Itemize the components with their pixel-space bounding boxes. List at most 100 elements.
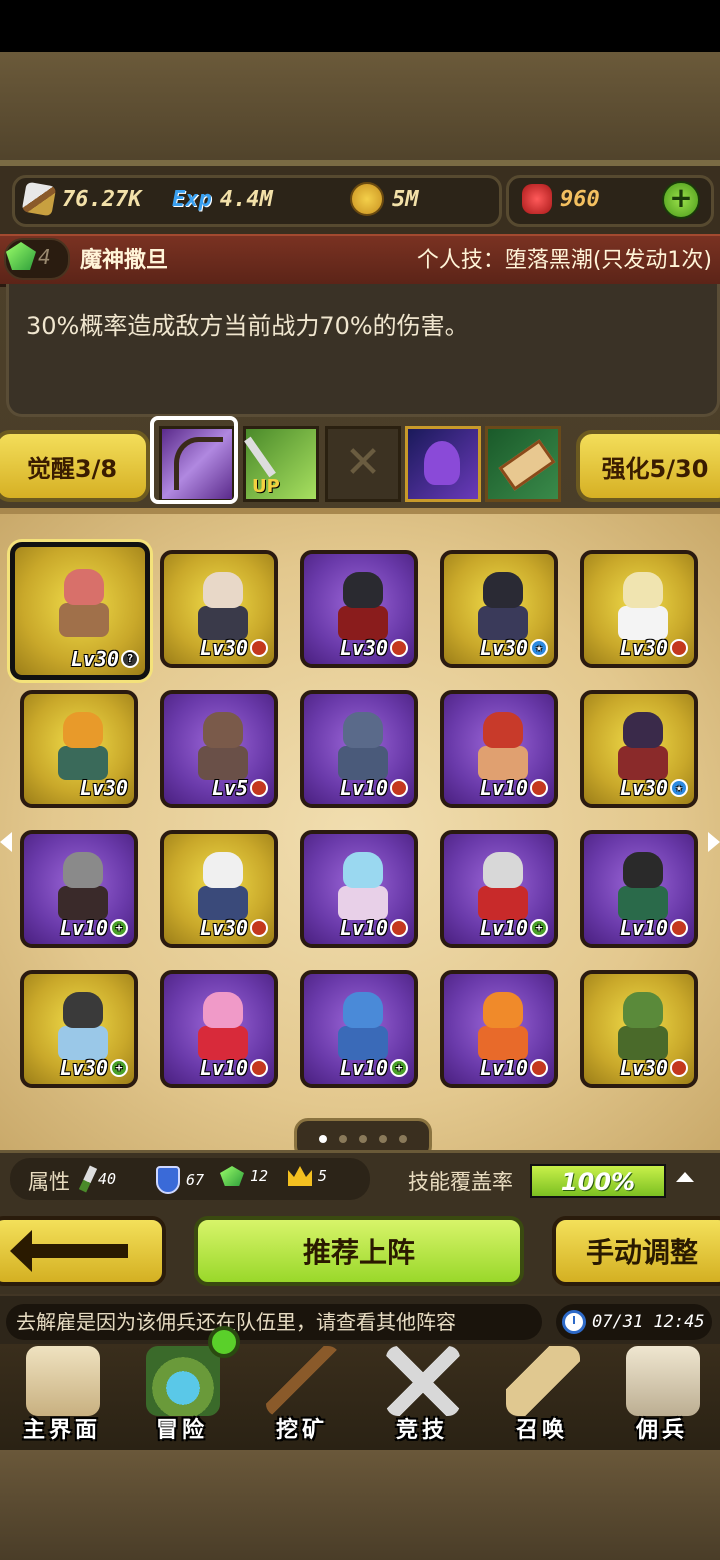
hero-card[interactable]: Lv30 bbox=[160, 550, 278, 668]
enhance-button[interactable]: 强化5/30 bbox=[576, 430, 720, 502]
hero-body bbox=[618, 746, 668, 780]
skill-slot-scroll[interactable] bbox=[485, 426, 561, 502]
awaken-button[interactable]: 觉醒3/8 bbox=[0, 430, 150, 502]
gold-value: 5M bbox=[392, 186, 419, 212]
hero-level: Lv10 + bbox=[340, 1056, 408, 1080]
nav-label: 召唤 bbox=[515, 1418, 568, 1443]
hero-level: Lv30 ★ bbox=[620, 776, 688, 800]
status-badge-icon bbox=[250, 1059, 268, 1077]
hero-level-text: Lv10 bbox=[479, 776, 528, 800]
prev-page-arrow-icon[interactable] bbox=[0, 832, 12, 852]
hero-head bbox=[203, 992, 243, 1028]
hero-level-text: Lv30 bbox=[70, 647, 119, 671]
crown-stat: 5 bbox=[288, 1166, 327, 1186]
hero-card[interactable]: Lv10 + bbox=[20, 830, 138, 948]
coverage-progress-bar: 100% bbox=[530, 1164, 666, 1198]
hero-card[interactable]: Lv30 ★ bbox=[580, 690, 698, 808]
sword-upgrade-icon bbox=[244, 436, 276, 478]
hero-card[interactable]: Lv10 bbox=[300, 830, 418, 948]
hero-card[interactable]: Lv10 bbox=[440, 970, 558, 1088]
status-badge-icon bbox=[390, 639, 408, 657]
hero-level: Lv30 bbox=[620, 1056, 688, 1080]
nav-label: 佣兵 bbox=[635, 1418, 688, 1443]
skill-slot-demon[interactable] bbox=[405, 426, 481, 502]
upgrade-badge-icon: + bbox=[110, 1059, 128, 1077]
hero-card[interactable]: Lv10 bbox=[160, 970, 278, 1088]
hero-level-text: Lv30 bbox=[619, 1056, 668, 1080]
hero-card[interactable]: Lv5 bbox=[160, 690, 278, 808]
hero-head bbox=[343, 852, 383, 888]
ticker-text: 去解雇是因为该佣兵还在队伍里，请查看其他阵容 bbox=[16, 1310, 456, 1334]
hero-portrait-icon bbox=[474, 712, 532, 782]
hero-body bbox=[338, 1026, 388, 1060]
gold-resource: 5M bbox=[350, 182, 419, 216]
hero-head bbox=[623, 992, 663, 1028]
gold-coin-icon bbox=[350, 182, 384, 216]
hero-head bbox=[203, 852, 243, 888]
nav-label: 竞技 bbox=[395, 1418, 448, 1443]
hero-card[interactable]: Lv30 + bbox=[20, 970, 138, 1088]
hero-level-text: Lv30 bbox=[619, 776, 668, 800]
nav-item[interactable]: 主界面 bbox=[2, 1340, 122, 1448]
back-button[interactable] bbox=[0, 1216, 166, 1286]
recommend-lineup-button[interactable]: 推荐上阵 bbox=[194, 1216, 524, 1286]
hero-card[interactable]: Lv30? bbox=[10, 542, 150, 680]
skill-level: 4 bbox=[38, 245, 51, 269]
hero-level-text: Lv30 bbox=[79, 776, 128, 800]
hero-card[interactable]: Lv10 bbox=[440, 690, 558, 808]
hero-head bbox=[63, 852, 103, 888]
hero-body bbox=[338, 886, 388, 920]
hero-card[interactable]: Lv10 bbox=[300, 690, 418, 808]
nav-item[interactable]: 召唤 bbox=[482, 1340, 602, 1448]
hero-head bbox=[483, 992, 523, 1028]
hero-level: Lv10 bbox=[620, 916, 688, 940]
hero-card[interactable]: Lv30 bbox=[160, 830, 278, 948]
back-arrow-icon bbox=[10, 1230, 128, 1272]
plus-icon: + bbox=[669, 181, 693, 214]
hero-level-text: Lv10 bbox=[59, 916, 108, 940]
pickaxe-icon bbox=[266, 1346, 340, 1416]
x-icon: ✕ bbox=[344, 437, 382, 488]
next-page-arrow-icon[interactable] bbox=[708, 832, 720, 852]
status-badge-icon bbox=[390, 779, 408, 797]
add-gems-button[interactable]: + bbox=[662, 181, 700, 219]
manual-adjust-button[interactable]: 手动调整 bbox=[552, 1216, 720, 1286]
nav-label: 主界面 bbox=[22, 1418, 101, 1443]
hero-portrait-icon bbox=[614, 992, 672, 1062]
expand-caret-icon[interactable] bbox=[676, 1172, 694, 1182]
nav-item[interactable]: 竞技 bbox=[362, 1340, 482, 1448]
skill-slot-upgrade[interactable]: UP bbox=[243, 426, 319, 502]
hero-card[interactable]: Lv30 bbox=[300, 550, 418, 668]
upgrade-badge-icon: + bbox=[530, 919, 548, 937]
hero-portrait-icon bbox=[334, 572, 392, 642]
nav-item[interactable]: 挖矿 bbox=[242, 1340, 362, 1448]
hero-level-text: Lv10 bbox=[619, 916, 668, 940]
news-ticker: 去解雇是因为该佣兵还在队伍里，请查看其他阵容 bbox=[6, 1304, 542, 1340]
hero-body bbox=[478, 1026, 528, 1060]
hero-level: Lv10 bbox=[200, 1056, 268, 1080]
hero-card[interactable]: Lv10 + bbox=[300, 970, 418, 1088]
upgrade-badge-icon: + bbox=[390, 1059, 408, 1077]
nav-item[interactable]: 佣兵 bbox=[602, 1340, 720, 1448]
hero-level: Lv10 + bbox=[480, 916, 548, 940]
hero-level-text: Lv10 bbox=[479, 916, 528, 940]
agility-value: 40 bbox=[98, 1170, 117, 1188]
status-badge-icon bbox=[390, 919, 408, 937]
hero-level: Lv30 bbox=[200, 916, 268, 940]
status-badge-icon bbox=[670, 639, 688, 657]
hero-card[interactable]: Lv10 + bbox=[440, 830, 558, 948]
skill-description-box bbox=[6, 284, 720, 417]
skill-slot-empty[interactable]: ✕ bbox=[325, 426, 401, 502]
hero-card[interactable]: Lv10 bbox=[580, 830, 698, 948]
hero-body bbox=[618, 606, 668, 640]
hero-head bbox=[203, 572, 243, 608]
hero-card[interactable]: Lv30 bbox=[580, 970, 698, 1088]
hero-card[interactable]: Lv30 bbox=[580, 550, 698, 668]
hero-card[interactable]: Lv30 bbox=[20, 690, 138, 808]
map-background-bottom bbox=[0, 1450, 720, 1560]
hero-body bbox=[338, 746, 388, 780]
hero-card[interactable]: Lv30 ★ bbox=[440, 550, 558, 668]
ruby-icon bbox=[522, 184, 552, 214]
gem-value: 960 bbox=[560, 186, 600, 212]
hero-body bbox=[58, 746, 108, 780]
